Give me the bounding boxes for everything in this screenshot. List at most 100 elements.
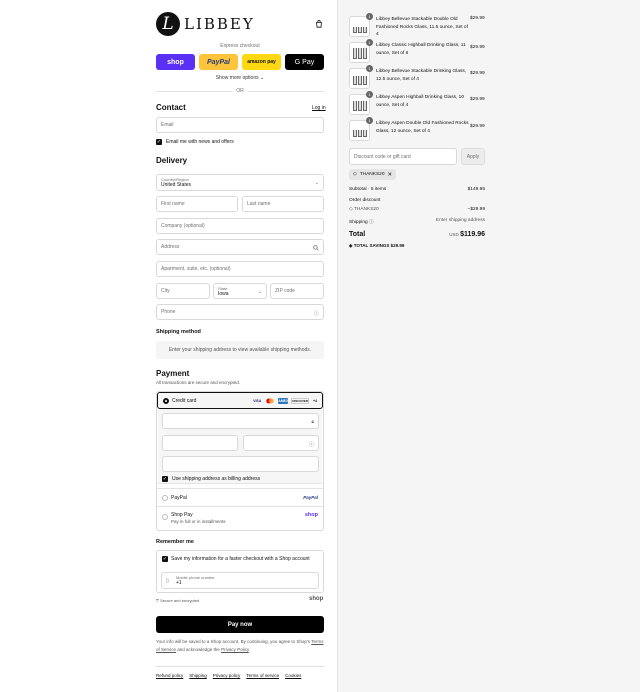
shop-pay-logo: shop: [304, 512, 318, 518]
shop-pay-radio[interactable]: [162, 514, 168, 520]
item-price: $29.99: [470, 71, 485, 76]
company-field[interactable]: Company (optional): [156, 218, 324, 234]
privacy-policy-footer-link[interactable]: Privacy policy: [213, 673, 241, 678]
shop-pay-label: Shop Pay: [171, 512, 193, 518]
city-field[interactable]: City: [156, 283, 210, 299]
terms-of-service-footer-link[interactable]: Terms of service: [246, 673, 279, 678]
order-item: 1 Libbey Bellevue Stackable Drinking Gla…: [349, 65, 485, 90]
legal-text: Your info will be saved to a Shop accoun…: [156, 638, 324, 654]
cookies-link[interactable]: Cookies: [285, 673, 301, 678]
item-name: Libbey Aspen Highball Drinking Glass, 10…: [376, 95, 464, 108]
item-price: $29.99: [470, 45, 485, 50]
brand-logo[interactable]: L LIBBEY: [156, 12, 255, 36]
expiration-field[interactable]: [162, 435, 238, 451]
quantity-badge: 1: [366, 91, 373, 98]
more-cards-count: +4: [313, 399, 317, 403]
help-icon[interactable]: ⓘ: [314, 310, 319, 317]
lock-icon: 🔒︎: [311, 419, 314, 425]
shipping-value: Enter shipping address: [435, 218, 485, 223]
first-name-field[interactable]: First name: [156, 196, 238, 212]
total-amount: USD $119.96: [449, 231, 485, 238]
remember-me-heading: Remember me: [156, 539, 194, 545]
card-number-field[interactable]: 🔒︎: [162, 413, 319, 429]
subtotal-row: Subtotal · 5 items $149.95: [349, 187, 485, 192]
show-more-options[interactable]: Show more options ⌄: [156, 75, 324, 81]
email-field[interactable]: Email: [156, 117, 324, 133]
chevron-down-icon: ⌄: [314, 180, 319, 186]
secure-note-text: Secure and encrypted: [160, 598, 200, 603]
google-pay-button[interactable]: G Pay: [285, 54, 324, 70]
help-icon[interactable]: ⓘ: [309, 441, 314, 448]
amazon-pay-button[interactable]: amazon pay: [242, 54, 281, 70]
discount-code-input[interactable]: Discount code or gift card: [349, 148, 457, 165]
chevron-down-icon: ⌄: [257, 289, 262, 295]
payment-options: Credit card VISA AMEX DISCOVER +4 🔒︎ ⓘ ✓…: [156, 391, 324, 531]
shipping-row: Shipping ⓘ Enter shipping address: [349, 218, 485, 225]
express-checkout-label: Express checkout: [220, 43, 260, 49]
privacy-policy-link[interactable]: Privacy Policy: [221, 647, 249, 652]
subtotal-value: $149.95: [467, 187, 485, 192]
total-row: Total USD $119.96: [349, 231, 485, 238]
phone-icon: ▯: [166, 578, 169, 584]
phone-placeholder: Phone: [161, 309, 176, 315]
mastercard-icon: [265, 398, 275, 404]
credit-card-label: Credit card: [172, 398, 197, 404]
apply-discount-button[interactable]: Apply: [461, 148, 485, 165]
express-wallets: shop PayPal amazon pay G Pay: [156, 54, 324, 70]
mobile-phone-field[interactable]: ▯ Mobile phone number +1: [161, 572, 319, 589]
search-icon: [313, 245, 319, 251]
paypal-option[interactable]: PayPal PayPal: [157, 488, 323, 506]
order-discount-value: −$29.99: [467, 207, 485, 212]
help-icon[interactable]: ⓘ: [369, 220, 374, 225]
security-code-field[interactable]: ⓘ: [243, 435, 319, 451]
discover-icon: DISCOVER: [291, 398, 309, 404]
footer-links: Refund policy Shipping Privacy policy Te…: [156, 666, 324, 678]
legal-text-end: .: [248, 647, 251, 652]
cart-bag-icon[interactable]: [315, 20, 323, 28]
state-value: Iowa: [218, 290, 229, 297]
legal-text-body: Your info will be saved to a Shop accoun…: [156, 639, 311, 644]
shipping-link[interactable]: Shipping: [189, 673, 207, 678]
zip-field[interactable]: ZIP code: [270, 283, 324, 299]
tag-icon: ◇: [353, 172, 357, 177]
total-savings-row: ◈ TOTAL SAVINGS $29.99: [349, 243, 485, 249]
credit-card-radio[interactable]: [163, 398, 169, 404]
pay-now-button[interactable]: Pay now: [156, 616, 324, 633]
refund-policy-link[interactable]: Refund policy: [156, 673, 183, 678]
total-label: Total: [349, 231, 366, 238]
country-value: United States: [161, 182, 192, 188]
total-savings-value: $29.99: [390, 243, 405, 248]
save-info-checkbox[interactable]: ✓: [162, 556, 168, 562]
paypal-radio[interactable]: [162, 495, 168, 501]
state-select[interactable]: State Iowa ⌄: [213, 283, 267, 299]
order-item: 1 Libbey Aspen Highball Drinking Glass, …: [349, 91, 485, 116]
item-name: Libbey Classic Highball Drinking Glass, …: [376, 43, 466, 56]
item-name: Libbey Bellevue Stackable Drinking Glass…: [376, 69, 467, 82]
last-name-field[interactable]: Last name: [242, 196, 324, 212]
shop-pay-sublabel: Pay in full or in installments: [171, 519, 226, 524]
subtotal-label: Subtotal · 5 items: [349, 187, 387, 192]
address-field[interactable]: Address: [156, 239, 324, 255]
credit-card-option[interactable]: Credit card VISA AMEX DISCOVER +4: [157, 392, 323, 409]
amex-icon: AMEX: [278, 398, 289, 404]
billing-same-label: Use shipping address as billing address: [172, 476, 261, 482]
shop-pay-button[interactable]: shop: [156, 54, 195, 70]
apartment-field[interactable]: Apartment, suite, etc. (optional): [156, 261, 324, 277]
total-value: $119.96: [460, 231, 485, 238]
order-item: 1 Libbey Classic Highball Drinking Glass…: [349, 39, 485, 64]
paypal-button[interactable]: PayPal: [199, 54, 238, 70]
country-select[interactable]: Country/Region United States ⌄: [156, 174, 324, 191]
name-on-card-field[interactable]: [162, 456, 319, 472]
billing-same-checkbox[interactable]: ✓: [162, 476, 168, 482]
applied-discount-code: THANKS20: [359, 172, 385, 177]
item-name: Libbey Aspen Double Old Fashioned Rocks …: [376, 121, 469, 134]
phone-field[interactable]: Phone ⓘ: [156, 304, 324, 320]
news-checkbox[interactable]: ✓: [156, 139, 162, 145]
remove-discount-icon[interactable]: ✕: [388, 172, 393, 178]
shop-pay-option[interactable]: Shop Pay Pay in full or in installments …: [157, 506, 323, 530]
login-link[interactable]: Log in: [312, 105, 326, 111]
item-name: Libbey Bellevue Stackable Double Old Fas…: [376, 17, 468, 37]
paypal-label: PayPal: [171, 495, 187, 501]
order-discount-row: ◇ THANKS20 −$29.99: [349, 207, 485, 212]
or-divider: OR: [156, 88, 324, 94]
